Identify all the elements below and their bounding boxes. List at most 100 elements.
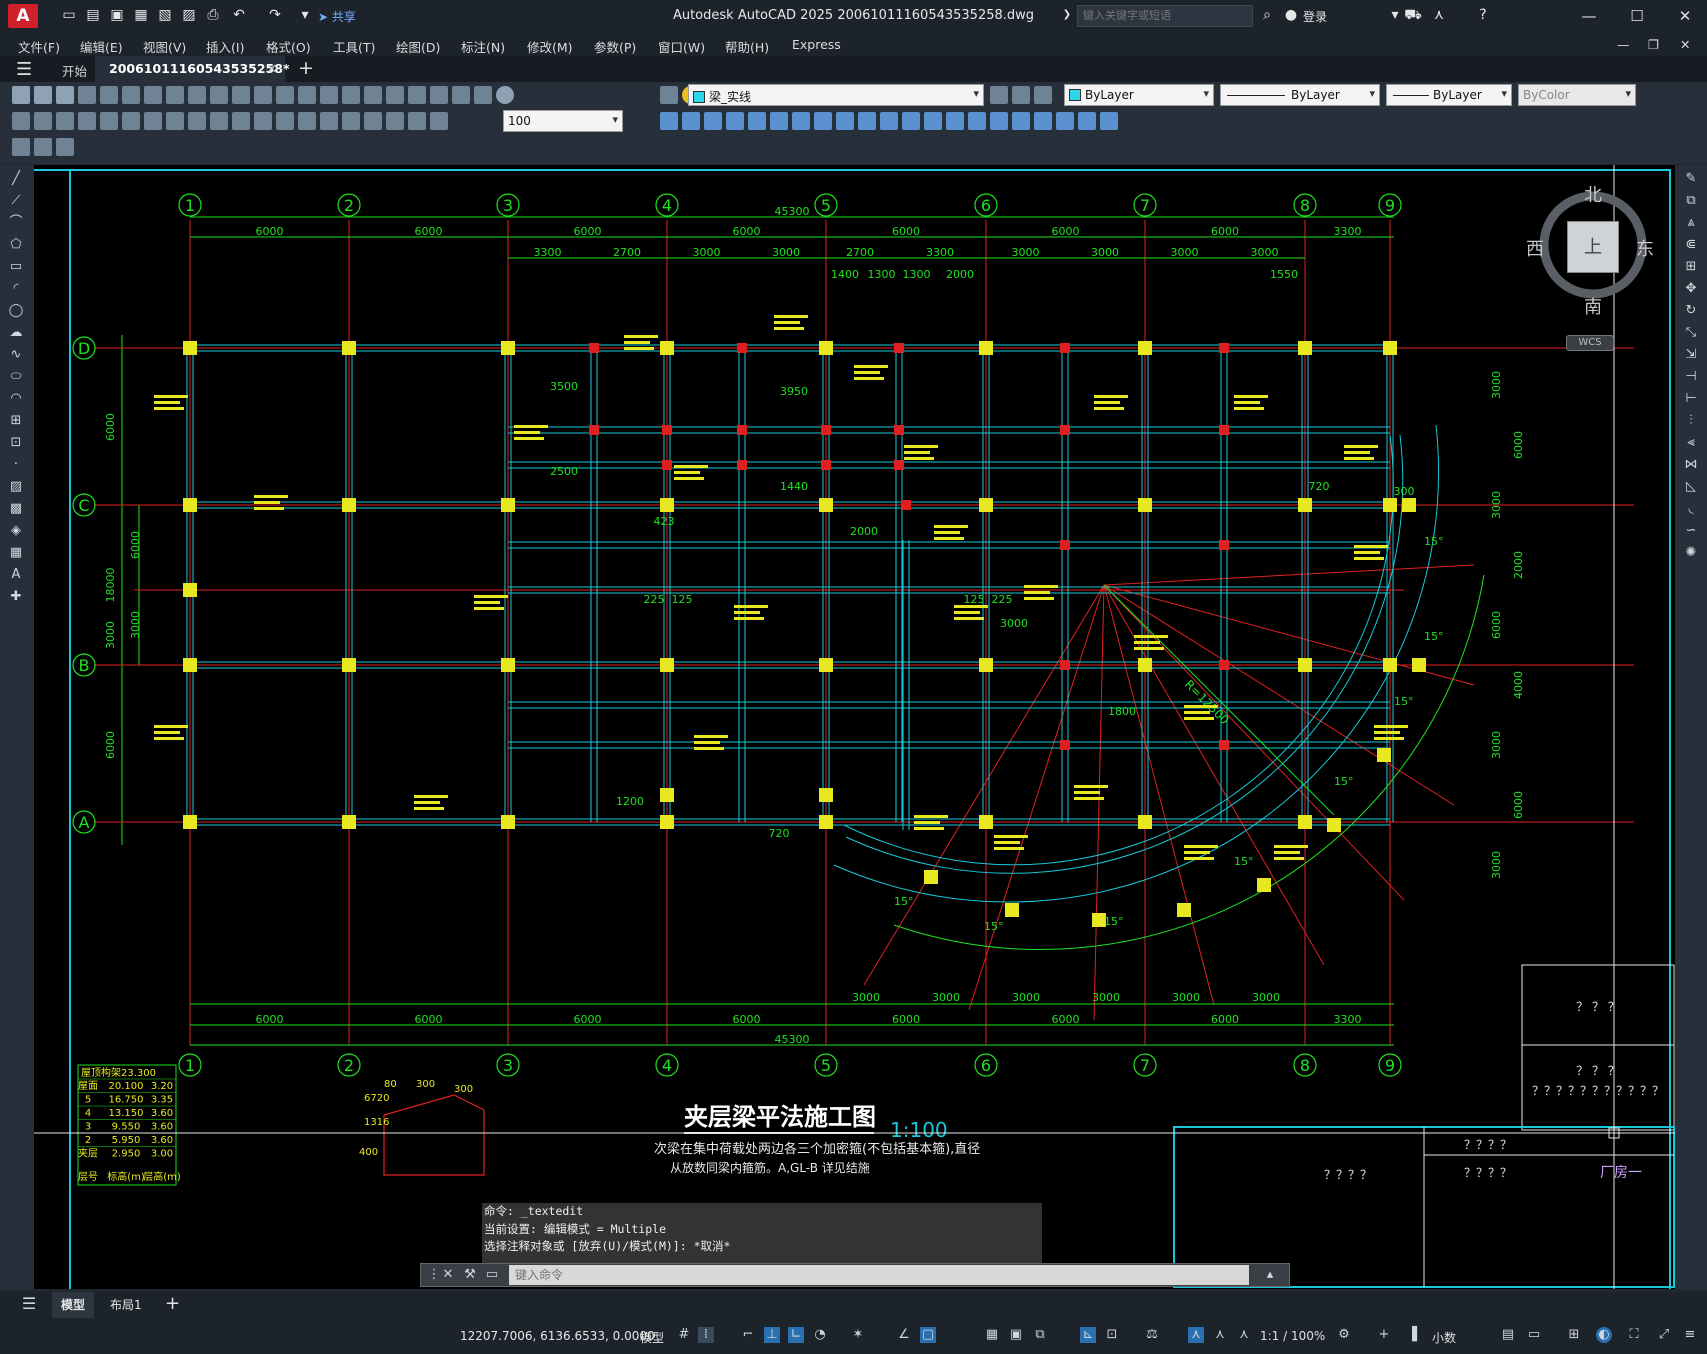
compass-north[interactable]: 北 [1584, 181, 1602, 207]
transparency-icon[interactable]: ▣ [1008, 1327, 1024, 1343]
customize-dropdown-icon[interactable]: ▾ [296, 6, 314, 24]
compass-east[interactable]: 东 [1636, 235, 1654, 261]
coordinates-readout[interactable]: 12207.7006, 6136.6533, 0.0000 [460, 1329, 655, 1343]
circle-icon[interactable]: ◯ [7, 303, 25, 319]
object-snap-tracking-icon[interactable]: ∠ [896, 1327, 912, 1343]
jogged-linear-icon[interactable] [364, 112, 382, 130]
calculator-icon[interactable] [474, 86, 492, 104]
spline-icon[interactable]: ∿ [7, 347, 25, 363]
make-current-icon[interactable] [990, 86, 1008, 104]
close-button[interactable]: ✕ [1668, 4, 1702, 28]
toolpalettes-icon[interactable] [430, 86, 448, 104]
menu-window[interactable]: 窗口(W) [658, 37, 705, 56]
line-icon[interactable]: ╱ [7, 171, 25, 187]
dim-ordinate-icon[interactable] [78, 112, 96, 130]
publish-icon[interactable]: ▨ [180, 6, 198, 24]
menu-help[interactable]: 帮助(H) [725, 37, 769, 56]
dynamic-ucs-icon[interactable]: ⊡ [1104, 1327, 1120, 1343]
dim-space-icon[interactable] [254, 112, 272, 130]
dim-jogged-icon[interactable] [122, 112, 140, 130]
menu-format[interactable]: 格式(O) [266, 37, 311, 56]
selection-cycling-icon[interactable]: ⧉ [1032, 1327, 1048, 1343]
3darray-icon[interactable] [1100, 112, 1118, 130]
annotation-scale-icon[interactable]: ⋏ [1236, 1327, 1252, 1343]
pyramid-icon[interactable] [792, 112, 810, 130]
union-icon[interactable] [968, 112, 986, 130]
menu-dimension[interactable]: 标注(N) [461, 37, 505, 56]
attribute-manager-icon[interactable] [56, 138, 74, 156]
isolate-objects-icon[interactable]: ⊞ [1566, 1327, 1582, 1343]
hatch-icon[interactable]: ▨ [7, 479, 25, 495]
cylinder-icon[interactable] [748, 112, 766, 130]
make-block-icon[interactable]: ⊡ [7, 435, 25, 451]
gradient-icon[interactable]: ▩ [7, 501, 25, 517]
command-prompt-icon[interactable]: ▭ [483, 1267, 501, 1283]
dim-linear-icon[interactable] [12, 112, 30, 130]
menu-tools[interactable]: 工具(T) [333, 37, 375, 56]
cone-icon[interactable] [704, 112, 722, 130]
gizmo-icon[interactable]: ⚖ [1144, 1327, 1160, 1343]
construction-line-icon[interactable]: ⟋ [7, 193, 25, 209]
menu-file[interactable]: 文件(F) [18, 37, 60, 56]
clean-screen-icon[interactable]: ⛶ [1626, 1327, 1642, 1343]
cut-icon[interactable] [144, 86, 162, 104]
compass-west[interactable]: 西 [1526, 235, 1544, 261]
qnew-icon[interactable] [12, 86, 30, 104]
inspection-icon[interactable] [342, 112, 360, 130]
add-layout-button[interactable]: + [165, 1292, 180, 1318]
user-icon[interactable]: ● [1282, 6, 1300, 24]
search-input[interactable] [1077, 5, 1253, 27]
erase-icon[interactable]: ✎ [1682, 171, 1700, 187]
polar-tracking-icon[interactable]: ◔ [812, 1327, 828, 1343]
dim-angular-icon[interactable] [166, 112, 184, 130]
tab-close-icon[interactable]: ✕ [267, 61, 277, 76]
polyline-icon[interactable]: ⌒ [7, 215, 25, 231]
scale-dropdown[interactable]: 100 ▾ [503, 110, 623, 132]
customize-status-icon[interactable]: ≡ [1682, 1327, 1698, 1343]
doc-minimize-icon[interactable]: — [1617, 37, 1630, 52]
rotate-icon[interactable]: ↻ [1682, 303, 1700, 319]
fullscreen-icon[interactable]: ⤢ [1656, 1327, 1672, 1343]
sheetset-icon[interactable] [452, 86, 470, 104]
help-icon[interactable]: ? [1474, 6, 1492, 24]
undo-icon[interactable]: ↶ [230, 6, 248, 24]
annotation-monitor-icon[interactable]: + [1376, 1327, 1392, 1343]
share-button[interactable]: ➤ 共享 [318, 8, 356, 25]
lineweight-toggle-icon[interactable]: ▦ [984, 1327, 1000, 1343]
layer-states-icon[interactable] [1034, 86, 1052, 104]
zoom-window-icon[interactable] [342, 86, 360, 104]
presspull-icon[interactable] [880, 112, 898, 130]
isodraft-icon[interactable]: ✶ [850, 1327, 866, 1343]
fillet-icon[interactable]: ◟ [1682, 501, 1700, 517]
graphics-performance-icon[interactable]: ◐ [1596, 1327, 1612, 1343]
center-mark-icon[interactable] [320, 112, 338, 130]
object-snap-icon[interactable]: ▢ [920, 1327, 936, 1343]
blend-icon[interactable]: ∽ [1682, 523, 1700, 539]
new-file-icon[interactable]: ▭ [60, 6, 78, 24]
mirror-icon[interactable]: ⩓ [1682, 215, 1700, 231]
offset-icon[interactable]: ⋐ [1682, 237, 1700, 253]
mtext-icon[interactable]: A [7, 567, 25, 583]
dim-break-icon[interactable] [276, 112, 294, 130]
app-logo[interactable]: A [8, 4, 38, 28]
viewcube-top-face[interactable]: 上 [1567, 221, 1619, 273]
layer-previous-icon[interactable] [1012, 86, 1030, 104]
chamfer-icon[interactable]: ◺ [1682, 479, 1700, 495]
model-space-toggle[interactable]: 模型 [640, 1329, 664, 1346]
tab-document[interactable]: 20061011160543535258* ✕ [95, 56, 290, 82]
ellipse-icon[interactable]: ⬭ [7, 369, 25, 385]
grid-icon[interactable]: # [676, 1327, 692, 1343]
search-icon[interactable]: ⌕ [1258, 6, 1276, 24]
paste-icon[interactable] [188, 86, 206, 104]
autodesk-account-icon[interactable]: ⋏ [1430, 6, 1448, 24]
redo-toolbar-icon[interactable] [276, 86, 294, 104]
polygon-icon[interactable]: ⬠ [7, 237, 25, 253]
menu-hamburger-icon[interactable]: ☰ [16, 59, 32, 80]
copy-object-icon[interactable]: ⧉ [1682, 193, 1700, 209]
new-tab-button[interactable]: + [298, 57, 314, 79]
cart-icon[interactable]: ⛟ [1404, 6, 1422, 24]
tab-start[interactable]: 开始 [50, 56, 99, 82]
dim-aligned-icon[interactable] [34, 112, 52, 130]
qdim-icon[interactable] [188, 112, 206, 130]
help-toolbar-icon[interactable] [496, 86, 514, 104]
